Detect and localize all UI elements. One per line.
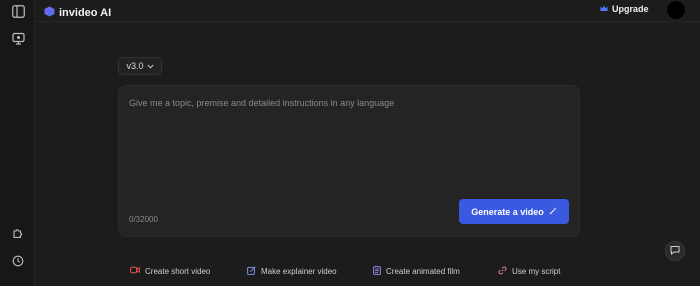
document-icon (373, 266, 381, 277)
chip-create-short-video[interactable]: Create short video (130, 266, 210, 276)
chip-label: Create animated film (386, 267, 460, 276)
chip-use-my-script[interactable]: Use my script (498, 266, 560, 277)
generate-label: Generate a video (471, 206, 544, 217)
version-select[interactable]: v3.0 (118, 57, 162, 75)
chip-label: Use my script (512, 267, 561, 276)
crown-icon (600, 4, 608, 14)
chip-create-animated-film[interactable]: Create animated film (373, 266, 460, 277)
upgrade-label: Upgrade (612, 4, 649, 14)
magic-wand-icon (549, 207, 557, 217)
chip-make-explainer-video[interactable]: Make explainer video (247, 266, 337, 277)
app-root: invideo AI Upgrade v3.0 0/32000 Generate… (0, 0, 700, 286)
upgrade-button[interactable]: Upgrade (600, 4, 649, 14)
monitor-icon[interactable] (10, 30, 26, 46)
prompt-input[interactable] (129, 98, 569, 198)
prompt-panel: 0/32000 Generate a video (118, 85, 580, 237)
quick-actions: Create short video Make explainer video … (0, 266, 700, 282)
sidebar (0, 0, 35, 286)
app-logo[interactable]: invideo AI (44, 4, 111, 22)
chevron-down-icon (146, 61, 154, 71)
puzzle-icon[interactable] (10, 225, 26, 241)
chip-label: Make explainer video (261, 267, 337, 276)
top-header: invideo AI Upgrade (35, 0, 700, 22)
edit-icon (247, 266, 256, 277)
video-camera-icon (130, 266, 140, 276)
invideo-logo-icon (44, 4, 55, 22)
character-counter: 0/32000 (129, 215, 158, 224)
chat-support-button[interactable] (665, 241, 685, 261)
generate-video-button[interactable]: Generate a video (459, 199, 569, 224)
link-icon (498, 266, 507, 277)
chip-label: Create short video (145, 266, 211, 276)
sidebar-toggle-icon[interactable] (10, 3, 26, 19)
chat-bubble-icon (670, 242, 680, 260)
app-name: invideo AI (59, 7, 112, 19)
avatar[interactable] (667, 1, 685, 19)
version-label: v3.0 (126, 61, 144, 71)
